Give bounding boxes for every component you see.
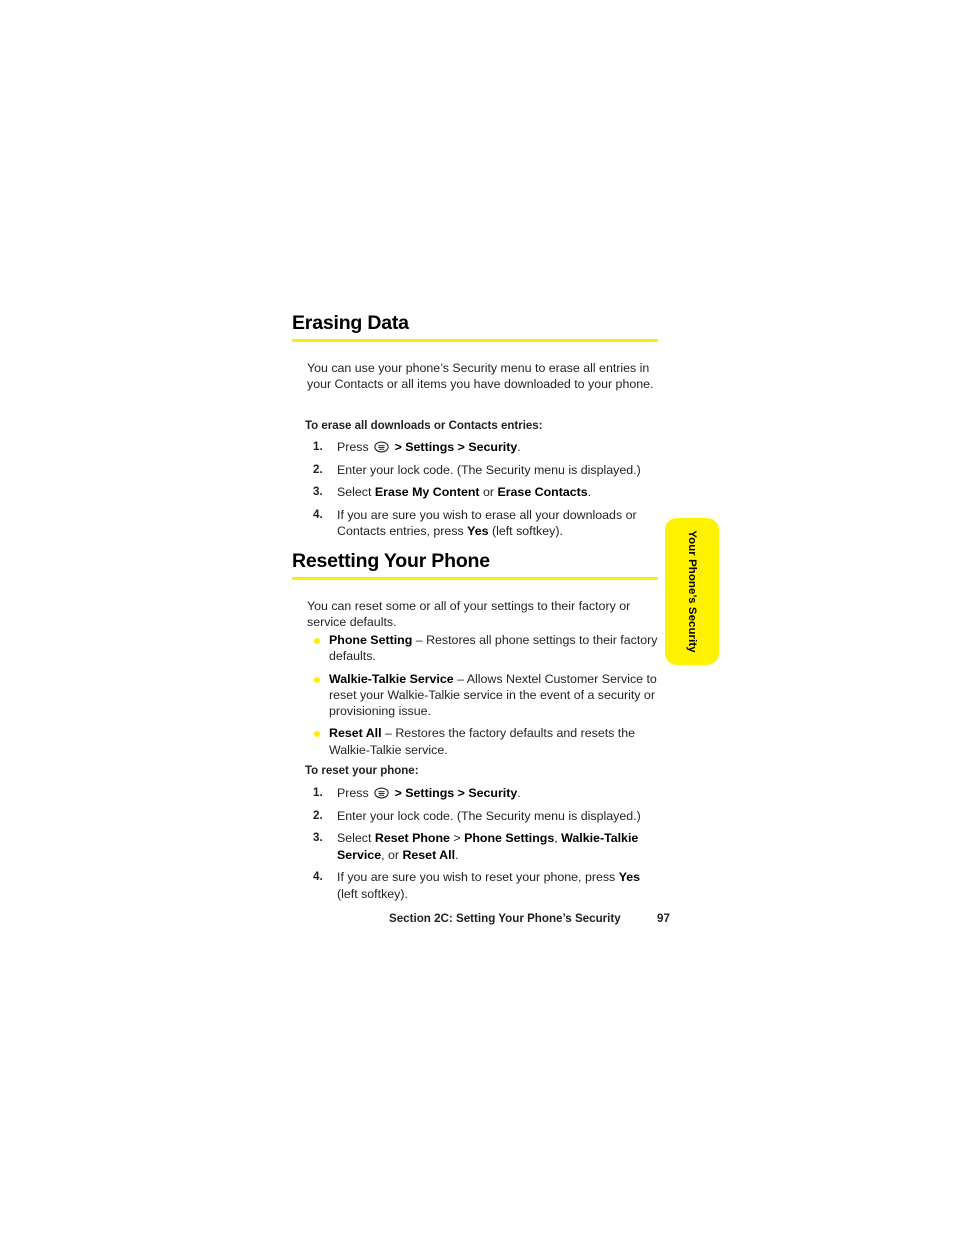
step-list-erasing: 1. Press > Settings > Security. 2. Enter yo… xyxy=(307,439,659,546)
list-item: 4. If you are sure you wish to erase all … xyxy=(307,507,659,540)
side-tab-your-phones-security: Your Phone’s Security xyxy=(665,518,719,665)
step-text: Press > Settings > Security. xyxy=(337,440,521,454)
step-number: 2. xyxy=(313,808,323,822)
bullet-dot-icon xyxy=(314,638,320,644)
side-tab-label: Your Phone’s Security xyxy=(686,530,698,653)
step-number: 3. xyxy=(313,831,323,845)
intro-paragraph-resetting: You can reset some or all of your settin… xyxy=(307,599,631,630)
list-item: Reset All – Restores the factory default… xyxy=(307,725,663,758)
list-item: Phone Setting – Restores all phone setti… xyxy=(307,632,663,665)
footer-section-label: Section 2C: Setting Your Phone’s Securit… xyxy=(389,912,621,925)
bullet-dot-icon xyxy=(314,676,320,683)
step-text: Select Erase My Content or Erase Contact… xyxy=(337,485,592,500)
list-item: 2. Enter your lock code. (The Security me… xyxy=(307,462,659,478)
step-number: 1. xyxy=(313,440,323,453)
bullet-text: Reset All – Restores the factory default… xyxy=(329,726,636,757)
step-text: Press > Settings > Security. xyxy=(337,786,521,800)
menu-key-icon xyxy=(373,787,390,800)
list-item: 3. Select Reset Phone > Phone Settings, W… xyxy=(307,830,659,863)
step-text: Select Reset Phone > Phone Settings, Wal… xyxy=(337,831,639,862)
step-number: 3. xyxy=(313,485,323,499)
step-number: 1. xyxy=(313,786,323,799)
document-page: Erasing Data You can use your phone’s Se… xyxy=(0,0,954,1235)
bullet-list-reset-options: Phone Setting – Restores all phone setti… xyxy=(307,632,663,764)
step-text: If you are sure you wish to reset your p… xyxy=(337,870,641,901)
bullet-text: Phone Setting – Restores all phone setti… xyxy=(329,633,658,664)
heading-rule-resetting xyxy=(292,577,658,581)
list-item: Walkie-Talkie Service – Allows Nextel Cu… xyxy=(307,671,663,720)
lead-in-erase-downloads: To erase all downloads or Contacts entri… xyxy=(305,420,543,432)
step-list-resetting: 1. Press > Settings > Security. 2. Enter yo… xyxy=(307,785,659,908)
page-footer: Section 2C: Setting Your Phone’s Securit… xyxy=(292,912,672,930)
page-title-erasing-data: Erasing Data xyxy=(292,312,409,334)
list-item: 2. Enter your lock code. (The Security me… xyxy=(307,808,659,824)
page-title-resetting-your-phone: Resetting Your Phone xyxy=(292,550,490,572)
section-resetting-your-phone: Resetting Your Phone xyxy=(292,550,662,581)
step-number: 4. xyxy=(313,508,323,522)
lead-in-reset-phone: To reset your phone: xyxy=(305,765,419,777)
step-text: If you are sure you wish to erase all yo… xyxy=(337,508,637,539)
step-text: Enter your lock code. (The Security menu… xyxy=(337,462,641,477)
list-item: 4. If you are sure you wish to reset your… xyxy=(307,869,659,902)
list-item: 1. Press > Settings > Security. xyxy=(307,785,659,801)
step-text: Enter your lock code. (The Security menu… xyxy=(337,808,641,823)
bullet-dot-icon xyxy=(314,731,320,738)
step-number: 2. xyxy=(313,462,323,476)
list-item: 3. Select Erase My Content or Erase Conta… xyxy=(307,484,659,500)
section-erasing-data: Erasing Data xyxy=(292,312,662,343)
list-item: 1. Press > Settings > Security. xyxy=(307,439,659,455)
bullet-text: Walkie-Talkie Service – Allows Nextel Cu… xyxy=(329,671,657,719)
footer-page-number: 97 xyxy=(657,912,670,925)
step-number: 4. xyxy=(313,870,323,884)
intro-paragraph-erasing: You can use your phone’s Security menu t… xyxy=(307,361,654,392)
heading-rule-erasing xyxy=(292,339,658,343)
menu-key-icon xyxy=(373,441,390,454)
